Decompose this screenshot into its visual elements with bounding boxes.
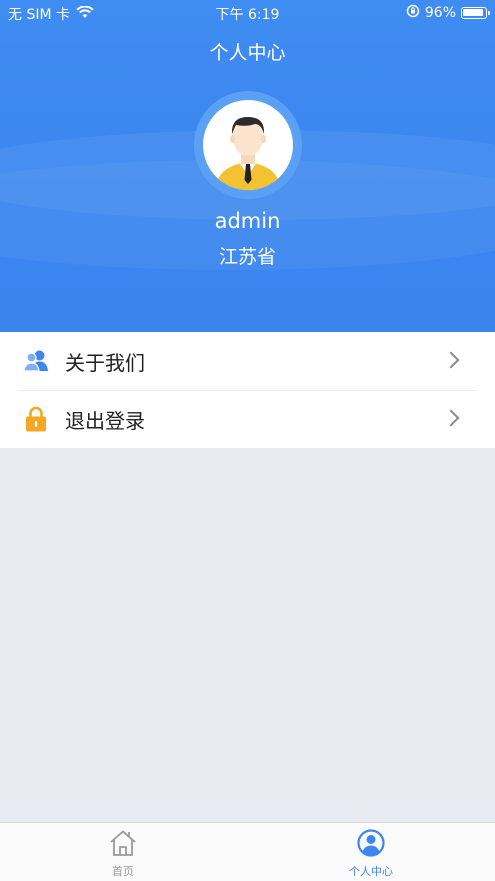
profile-header: 无 SIM 卡 下午 6:19 96% 个人中心 admin 江苏省 [0, 0, 495, 332]
orientation-lock-icon [406, 4, 420, 22]
user-avatar-icon [215, 117, 281, 190]
tab-profile-label: 个人中心 [349, 865, 393, 878]
page-title: 个人中心 [209, 42, 286, 64]
avatar[interactable] [194, 91, 302, 199]
profile-icon [356, 829, 386, 861]
menu-item-label: 关于我们 [65, 350, 145, 375]
menu-list: 关于我们 退出登录 [0, 332, 495, 448]
chevron-right-icon [442, 351, 460, 369]
users-icon [23, 348, 49, 374]
battery-icon [461, 7, 490, 19]
status-bar: 无 SIM 卡 下午 6:19 96% [0, 0, 495, 26]
tab-home-label: 首页 [112, 865, 134, 878]
battery-level [463, 9, 484, 16]
tab-bar: 首页 个人中心 [0, 822, 495, 881]
tab-home[interactable]: 首页 [63, 829, 183, 879]
chevron-right-icon [442, 409, 460, 427]
status-right: 96% [406, 4, 490, 22]
avatar-image [203, 100, 293, 190]
home-icon [108, 829, 138, 861]
username: admin [214, 209, 281, 233]
menu-item-about-us[interactable]: 关于我们 [0, 332, 495, 390]
tab-profile[interactable]: 个人中心 [311, 829, 431, 879]
menu-item-logout[interactable]: 退出登录 [0, 390, 495, 448]
menu-item-label: 退出登录 [65, 408, 145, 433]
user-province: 江苏省 [218, 246, 276, 268]
battery-percent: 96% [424, 5, 456, 21]
lock-icon [23, 406, 49, 432]
